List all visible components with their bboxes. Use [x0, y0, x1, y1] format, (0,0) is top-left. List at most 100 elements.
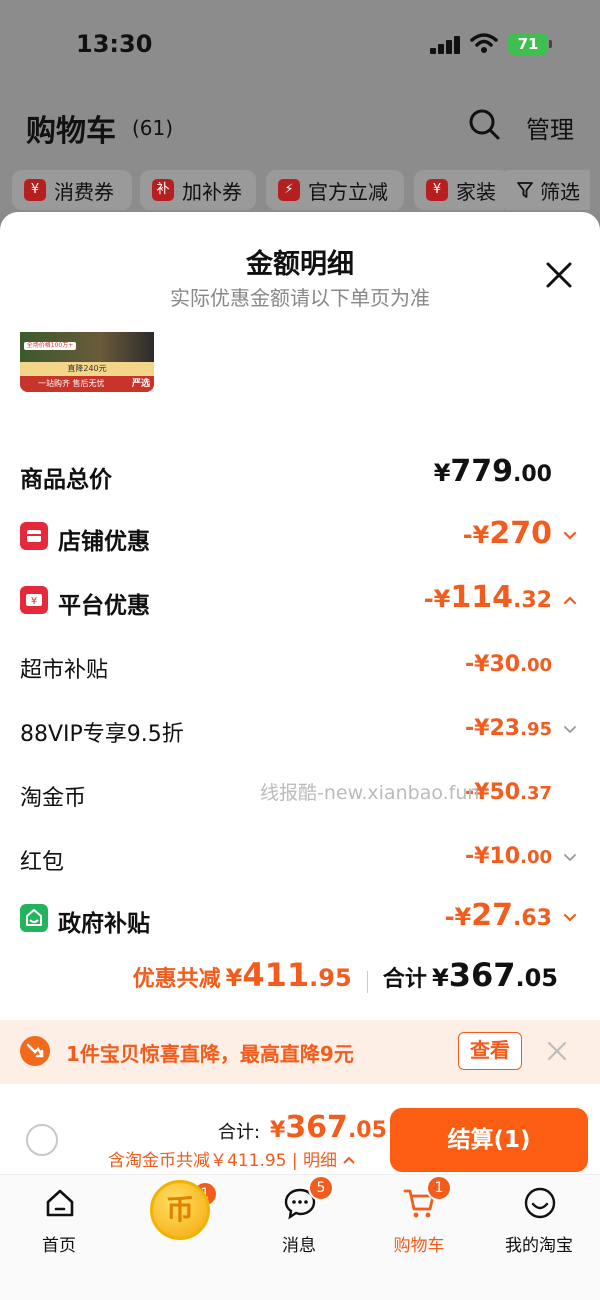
grand-total-value: ¥367.05 — [431, 956, 558, 994]
tab-label: 消息 — [282, 1236, 316, 1256]
status-time: 13:30 — [76, 30, 153, 58]
battery-icon: 71 — [508, 33, 548, 55]
thumbnail-price-line: 直降240元 — [20, 362, 154, 376]
promo-text: 1件宝贝惊喜直降，最高直降9元 — [66, 1042, 354, 1066]
item-label: 超市补贴 — [20, 658, 109, 683]
government-subsidy-icon — [20, 904, 48, 932]
chevron-down-icon — [564, 854, 576, 862]
goods-total-label: 商品总价 — [20, 467, 112, 493]
discount-total-label: 优惠共减 — [132, 967, 221, 992]
manage-button[interactable]: 管理 — [526, 110, 574, 145]
chip-label: 家装 — [456, 179, 496, 204]
row-goods-total: 商品总价 ¥779.00 — [20, 454, 580, 494]
home-icon — [46, 1189, 74, 1217]
row-supermarket-subsidy: 超市补贴 -¥30.00 — [20, 646, 580, 686]
row-red-packet[interactable]: 红包 -¥10.00 — [20, 838, 580, 878]
chevron-up-icon — [343, 1156, 356, 1164]
checkout-button[interactable]: 结算(1) — [390, 1108, 588, 1172]
goods-total-value: ¥779.00 — [433, 454, 552, 489]
coupon-icon: ¥ — [426, 179, 448, 201]
discount-detail-link[interactable]: 含淘金币共减￥411.95 | 明细 — [108, 1146, 356, 1171]
shop-icon — [20, 522, 48, 550]
platform-icon: ¥ — [20, 586, 48, 614]
background-page: 13:30 71 购物车 (61) 管理 ¥ 消费券 补 加补券 ⚡ 官方立减 — [0, 0, 600, 215]
lightning-icon: ⚡ — [278, 179, 300, 201]
divider — [366, 970, 368, 993]
watermark: 线报酷-new.xianbao.fun — [260, 782, 480, 804]
price-drop-banner: 1件宝贝惊喜直降，最高直降9元 查看 — [0, 1020, 600, 1084]
search-icon[interactable] — [468, 108, 500, 140]
chip-consumption-coupon[interactable]: ¥ 消费券 — [12, 170, 132, 210]
discount-total-value: ¥411.95 — [225, 956, 352, 994]
tab-home[interactable]: 首页 — [4, 1181, 114, 1265]
row-88vip-discount[interactable]: 88VIP专享9.5折 -¥23.95 — [20, 710, 580, 750]
chevron-up-icon — [563, 596, 577, 605]
item-label: 88VIP专享9.5折 — [20, 722, 184, 747]
tab-badge: 1 — [426, 1175, 452, 1201]
battery-tip — [549, 40, 552, 48]
profile-smile-icon — [524, 1187, 556, 1219]
row-shop-discount[interactable]: 店铺优惠 -¥270 — [20, 516, 580, 556]
coupon-icon: ¥ — [24, 179, 46, 201]
svg-text:¥: ¥ — [31, 596, 37, 607]
tab-label: 首页 — [42, 1236, 76, 1256]
chevron-down-icon — [563, 913, 577, 922]
bottom-tab-bar: 首页 1 5 消息 1 购物车 我的淘宝 — [0, 1174, 600, 1300]
page-title: 购物车 — [26, 114, 116, 149]
item-value: -¥10.00 — [465, 844, 552, 869]
discount-summary: 优惠共减 ¥411.95 合计 ¥367.05 — [0, 956, 558, 1000]
gov-subsidy-label: 政府补贴 — [58, 911, 150, 937]
platform-discount-label: 平台优惠 — [58, 593, 150, 619]
tab-badge: 5 — [308, 1175, 334, 1201]
coin-icon[interactable]: 币 — [150, 1180, 210, 1240]
wifi-icon — [470, 33, 498, 53]
battery-level: 71 — [517, 35, 539, 53]
thumbnail-badge: 严选 — [131, 379, 150, 389]
close-icon[interactable] — [542, 258, 576, 292]
tab-label: 我的淘宝 — [505, 1236, 573, 1256]
tab-cart[interactable]: 1 购物车 — [364, 1175, 474, 1265]
sheet-subtitle: 实际优惠金额请以下单页为准 — [170, 286, 430, 310]
chip-home-decor[interactable]: ¥ 家装 — [414, 170, 510, 210]
tab-messages[interactable]: 5 消息 — [244, 1175, 354, 1265]
item-value: -¥23.95 — [465, 716, 552, 741]
view-button[interactable]: 查看 — [458, 1032, 522, 1070]
filter-label: 筛选 — [540, 179, 580, 204]
select-all-checkbox[interactable] — [26, 1124, 58, 1156]
product-thumbnail[interactable]: 全场价格100万+ 直降240元 一站购齐 售后无忧 严选 — [20, 332, 154, 392]
chevron-down-icon — [564, 726, 576, 734]
status-bar: 13:30 71 — [0, 0, 600, 90]
price-drop-icon — [20, 1036, 50, 1066]
chip-label: 加补券 — [182, 179, 242, 204]
item-value: -¥30.00 — [465, 652, 552, 677]
checkout-bar: 合计: ¥367.05 含淘金币共减￥411.95 | 明细 结算(1) — [0, 1084, 600, 1174]
chip-label: 消费券 — [54, 179, 114, 204]
item-label: 红包 — [20, 850, 65, 875]
shop-discount-value: -¥270 — [462, 516, 552, 551]
filter-icon — [517, 182, 533, 198]
signal-icon — [430, 36, 462, 54]
platform-discount-value: -¥114.32 — [423, 580, 552, 615]
filter-button[interactable]: 筛选 — [506, 170, 590, 210]
chevron-down-icon — [563, 531, 577, 540]
dismiss-icon[interactable] — [546, 1040, 568, 1062]
checkout-total-label: 合计: — [218, 1122, 261, 1143]
checkout-total-value: ¥367.05 — [270, 1110, 387, 1145]
coupon-chips: ¥ 消费券 补 加补券 ⚡ 官方立减 ¥ 家装 筛选 — [12, 170, 600, 212]
shop-discount-label: 店铺优惠 — [58, 529, 150, 555]
chip-subsidy-coupon[interactable]: 补 加补券 — [140, 170, 256, 210]
gov-subsidy-value: -¥27.63 — [444, 898, 552, 933]
cart-count: (61) — [132, 116, 174, 140]
thumbnail-tag: 全场价格100万+ — [24, 342, 76, 350]
tab-my-taobao[interactable]: 我的淘宝 — [484, 1181, 594, 1265]
subsidy-icon: 补 — [152, 179, 174, 201]
grand-total-label: 合计 — [382, 967, 427, 992]
row-platform-discount[interactable]: ¥ 平台优惠 -¥114.32 — [20, 580, 580, 620]
row-government-subsidy[interactable]: 政府补贴 -¥27.63 — [20, 898, 580, 938]
chip-label: 官方立减 — [308, 179, 388, 204]
item-label: 淘金币 — [20, 786, 87, 811]
tab-label: 购物车 — [393, 1236, 445, 1256]
chip-official-discount[interactable]: ⚡ 官方立减 — [266, 170, 404, 210]
sheet-title: 金额明细 — [246, 249, 354, 280]
amount-detail-sheet: 金额明细 实际优惠金额请以下单页为准 全场价格100万+ 直降240元 一站购齐… — [0, 212, 600, 1300]
